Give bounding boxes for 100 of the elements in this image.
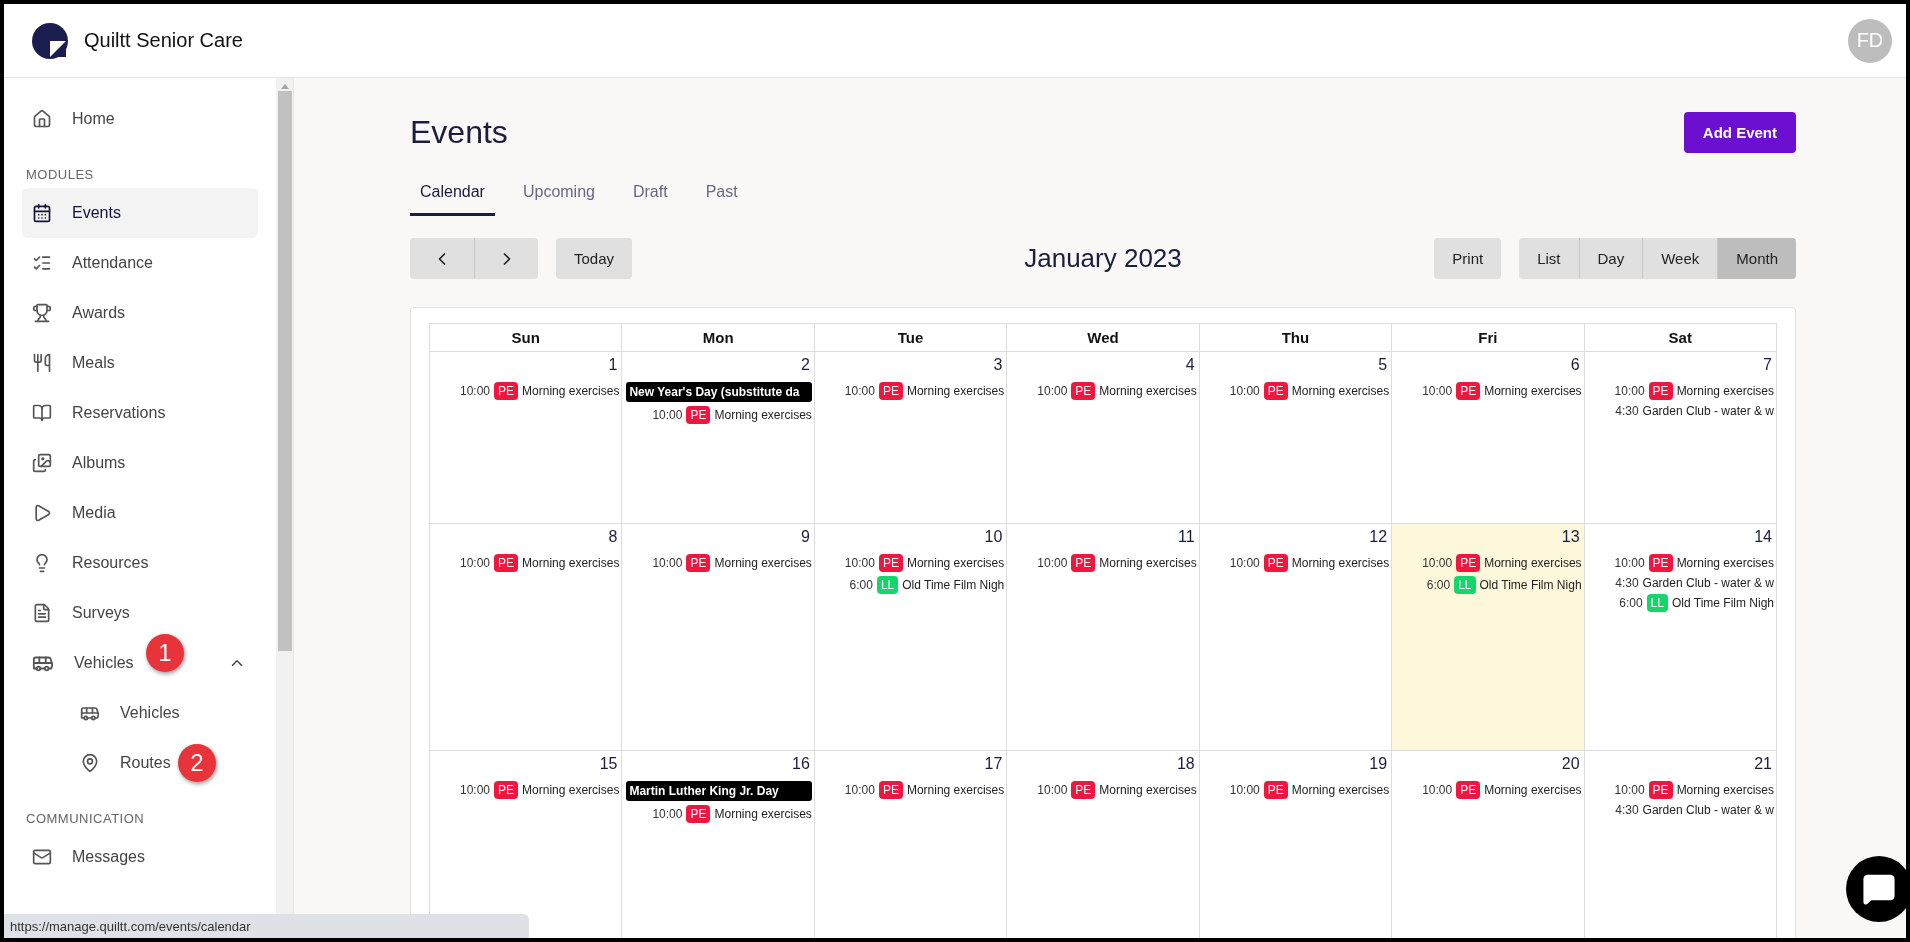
home-icon: [32, 109, 52, 129]
event-title[interactable]: Morning exercises: [1484, 556, 1582, 570]
day-number: 12: [1369, 528, 1389, 546]
event-title[interactable]: Morning exercises: [906, 556, 1005, 570]
event-time: 10:00: [652, 408, 683, 422]
event-time: 10:00: [1614, 556, 1645, 570]
event-title[interactable]: Morning exercises: [1099, 556, 1197, 570]
day-cell[interactable]: 3 10:00 PE Morning exercises: [814, 352, 1008, 524]
event-tag: PE: [494, 781, 519, 799]
event-time: 10:00: [844, 384, 875, 398]
today-button[interactable]: Today: [556, 238, 633, 279]
day-cell[interactable]: 9 10:00 PE Morning exercises: [622, 524, 815, 751]
next-button[interactable]: [474, 238, 538, 279]
all-day-event[interactable]: New Year's Day (substitute da: [626, 382, 812, 402]
view-button[interactable]: Month: [1717, 238, 1796, 279]
event-title[interactable]: Morning exercises: [1484, 384, 1582, 398]
event-title[interactable]: Morning exercises: [906, 384, 1005, 398]
event-title[interactable]: Morning exercises: [522, 384, 620, 398]
sidebar-subitem[interactable]: Routes 2: [22, 738, 258, 788]
event-title[interactable]: Morning exercises: [1099, 783, 1197, 797]
sidebar-item[interactable]: Events: [22, 188, 258, 238]
day-cell[interactable]: 1 10:00 PE Morning exercises: [430, 352, 623, 524]
event-title[interactable]: Old Time Film Nigh: [1479, 578, 1582, 592]
day-number: 13: [1561, 528, 1581, 546]
day-number: 6: [1570, 356, 1581, 374]
day-number: 4: [1185, 356, 1196, 374]
event-time: 10:00: [460, 783, 491, 797]
day-cell[interactable]: 14 10:00 PE Morning exercises 4:30 Garden Club - water & w 6:00 LL Old Time Film Nigh: [1584, 524, 1777, 751]
event-time: 10:00: [844, 783, 875, 797]
sidebar-item[interactable]: Attendance: [22, 238, 258, 288]
tab[interactable]: Past: [695, 175, 748, 216]
day-cell[interactable]: 6 10:00 PE Morning exercises: [1392, 352, 1585, 524]
event-title[interactable]: Morning exercises: [906, 783, 1005, 797]
day-cell[interactable]: 2 New Year's Day (substitute da 10:00 PE Morning exercises: [622, 352, 815, 524]
status-bar-url: https://manage.quiltt.com/events/calendar: [4, 914, 529, 938]
day-cell[interactable]: 8 10:00 PE Morning exercises: [430, 524, 623, 751]
event-title[interactable]: Garden Club - water & w: [1642, 803, 1774, 817]
event-tag: PE: [1456, 554, 1481, 572]
all-day-event[interactable]: Martin Luther King Jr. Day: [626, 781, 812, 801]
event-title[interactable]: Morning exercises: [1484, 783, 1582, 797]
view-button[interactable]: Week: [1642, 238, 1718, 279]
view-button[interactable]: Day: [1578, 238, 1643, 279]
day-number: 18: [1176, 755, 1196, 773]
scrollbar-thumb[interactable]: [277, 91, 292, 651]
mail-icon: [32, 847, 52, 867]
sidebar-item[interactable]: Resources: [22, 538, 258, 588]
event-title[interactable]: Morning exercises: [1291, 384, 1390, 398]
map-pin-icon: [80, 753, 100, 773]
event-time: 6:00: [1426, 578, 1451, 592]
event-title[interactable]: Morning exercises: [1291, 556, 1390, 570]
sidebar-item[interactable]: Awards: [22, 288, 258, 338]
event-title[interactable]: Morning exercises: [714, 408, 812, 422]
day-cell[interactable]: 5 10:00 PE Morning exercises: [1199, 352, 1393, 524]
event-title[interactable]: Morning exercises: [1676, 556, 1774, 570]
event-tag: PE: [494, 382, 519, 400]
day-number: 11: [1178, 528, 1196, 546]
event-title[interactable]: Old Time Film Nigh: [902, 578, 1005, 592]
view-button[interactable]: List: [1519, 238, 1579, 279]
event-title[interactable]: Garden Club - water & w: [1642, 576, 1774, 590]
day-cell[interactable]: 4 10:00 PE Morning exercises: [1007, 352, 1200, 524]
day-cell[interactable]: 11 10:00 PE Morning exercises: [1007, 524, 1200, 751]
tab[interactable]: Calendar: [410, 175, 495, 216]
tab[interactable]: Draft: [622, 175, 678, 216]
sidebar-item[interactable]: Messages: [22, 832, 258, 882]
print-button[interactable]: Print: [1434, 238, 1502, 279]
tab[interactable]: Upcoming: [512, 175, 605, 216]
event-title[interactable]: Morning exercises: [522, 783, 620, 797]
add-event-button[interactable]: Add Event: [1683, 112, 1796, 153]
day-number: 3: [993, 356, 1004, 374]
day-cell[interactable]: 10 10:00 PE Morning exercises 6:00 LL Old Time Film Nigh: [814, 524, 1008, 751]
event-tag: LL: [1454, 576, 1476, 594]
event-title[interactable]: Morning exercises: [522, 556, 620, 570]
day-cell[interactable]: 12 10:00 PE Morning exercises: [1199, 524, 1393, 751]
sidebar-item[interactable]: Media: [22, 488, 258, 538]
event-title[interactable]: Morning exercises: [1676, 384, 1774, 398]
event-tag: LL: [876, 576, 899, 594]
event-title[interactable]: Old Time Film Nigh: [1671, 596, 1774, 610]
event-title[interactable]: Morning exercises: [714, 807, 812, 821]
sidebar-item[interactable]: Reservations: [22, 388, 258, 438]
event-tag: PE: [686, 406, 711, 424]
sidebar-subitem[interactable]: Vehicles: [22, 688, 258, 738]
chat-icon: [1862, 872, 1896, 906]
sidebar-item[interactable]: Home: [22, 94, 258, 144]
day-number: 17: [984, 755, 1004, 773]
event-time: 10:00: [1229, 384, 1260, 398]
sidebar-item[interactable]: Meals: [22, 338, 258, 388]
day-cell[interactable]: 7 10:00 PE Morning exercises 4:30 Garden Club - water & w: [1584, 352, 1777, 524]
event-tag: PE: [878, 382, 903, 400]
event-tag: PE: [878, 554, 903, 572]
app-name: Quiltt Senior Care: [84, 29, 243, 52]
day-cell[interactable]: 13 10:00 PE Morning exercises 6:00 LL Old Time Film Nigh: [1392, 524, 1585, 751]
event-title[interactable]: Morning exercises: [1099, 384, 1197, 398]
event-title[interactable]: Morning exercises: [1676, 783, 1774, 797]
event-title[interactable]: Morning exercises: [1291, 783, 1390, 797]
event-time: 10:00: [1614, 384, 1645, 398]
event-title[interactable]: Morning exercises: [714, 556, 812, 570]
event-tag: PE: [1263, 554, 1288, 572]
event-title[interactable]: Garden Club - water & w: [1642, 404, 1774, 418]
sidebar-item[interactable]: Albums: [22, 438, 258, 488]
previous-button[interactable]: [410, 238, 474, 279]
